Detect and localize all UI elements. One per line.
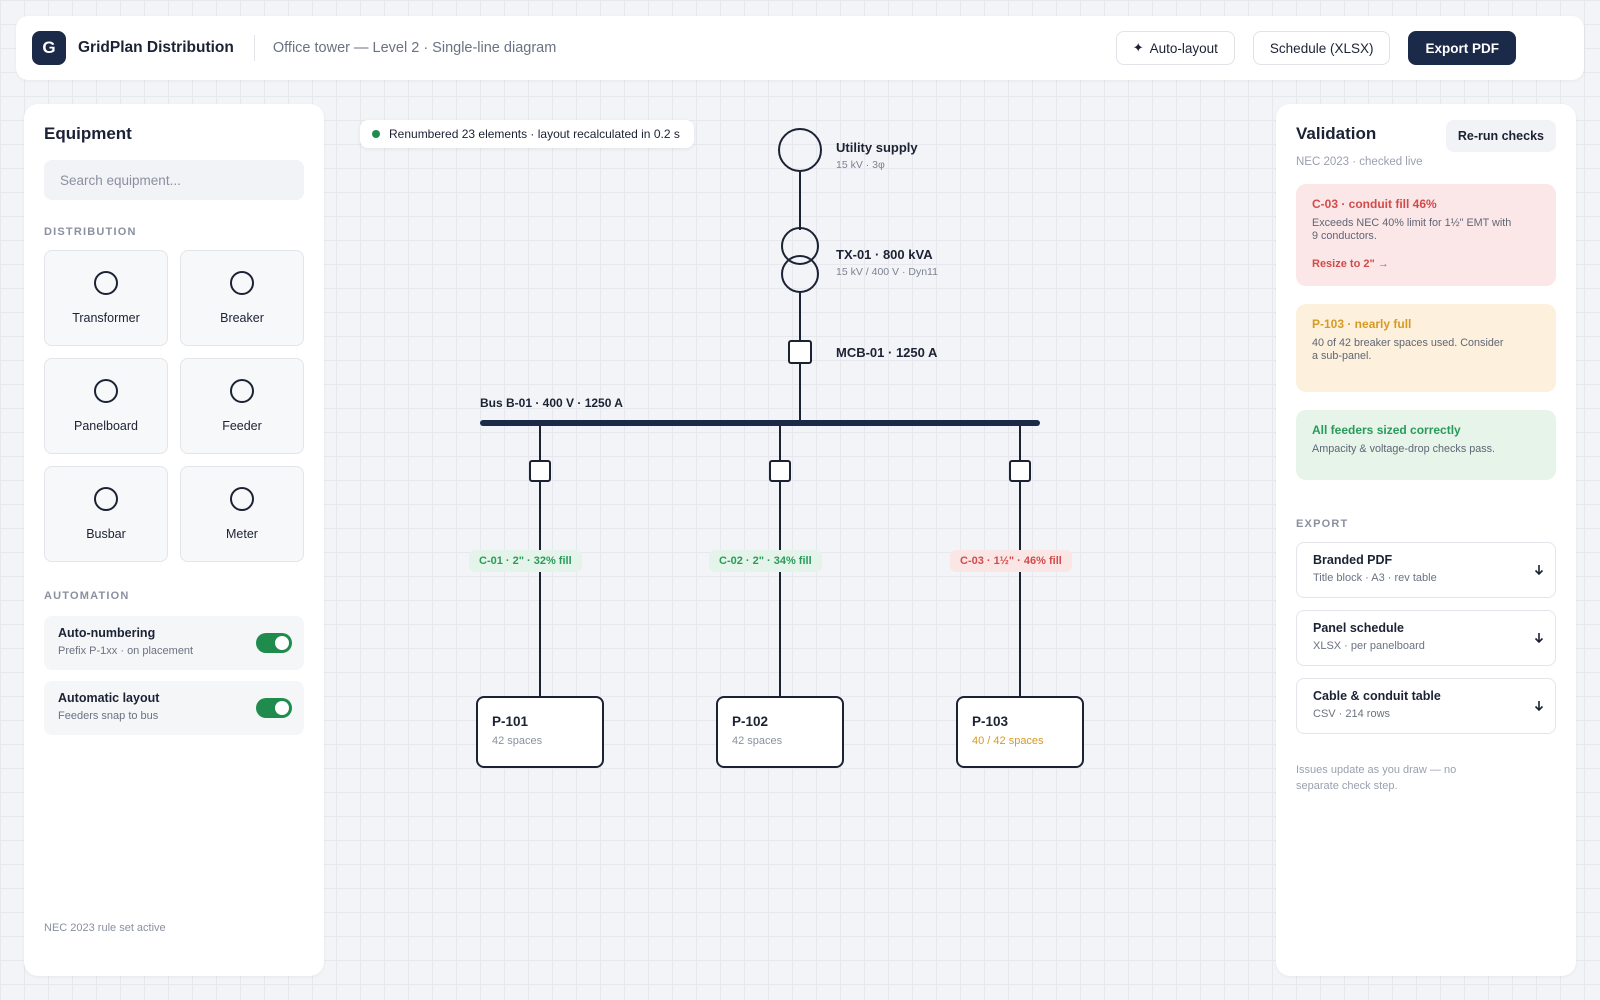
panelboard-name: P-102 xyxy=(732,714,769,729)
issue-card-warning: P-103 · nearly full 40 of 42 breaker spa… xyxy=(1296,304,1556,392)
rerun-checks-button[interactable]: Re-run checks xyxy=(1445,120,1556,152)
validation-header: Validation Re-run checks xyxy=(1296,120,1556,152)
panelboard-name: P-103 xyxy=(972,714,1009,729)
node-subtitle: 15 kV · 3φ xyxy=(836,159,885,171)
panelboard-spaces: 40 / 42 spaces xyxy=(972,735,1044,747)
toast-message: Renumbered 23 elements · layout recalcul… xyxy=(389,127,680,141)
feeder-1-breaker-symbol[interactable] xyxy=(529,460,551,482)
export-subtitle: Title block · A3 · rev table xyxy=(1313,572,1437,584)
utility-supply-symbol[interactable] xyxy=(778,128,822,172)
export-title: Cable & conduit table xyxy=(1313,689,1441,703)
busbar-b01[interactable] xyxy=(480,420,1040,426)
issue-text: 40 of 42 breaker spaces used. Consider a… xyxy=(1312,337,1504,362)
utility-supply-label: Utility supply 15 kV · 3φ xyxy=(836,140,918,171)
download-icon xyxy=(1534,633,1544,644)
main-breaker-label: MCB-01 · 1250 A xyxy=(836,345,937,360)
feeder-3-breaker-symbol[interactable] xyxy=(1009,460,1031,482)
conduit-tag-c03[interactable]: C-03 · 1½" · 46% fill xyxy=(950,550,1072,572)
issue-text: Ampacity & voltage-drop checks pass. xyxy=(1312,443,1496,455)
export-title: Panel schedule xyxy=(1313,621,1405,635)
issue-title: All feeders sized correctly xyxy=(1312,423,1461,437)
panelboard-spaces: 42 spaces xyxy=(492,735,543,747)
node-subtitle: 15 kV / 400 V · Dyn11 xyxy=(836,266,938,278)
conduit-tag-c02[interactable]: C-02 · 2" · 34% fill xyxy=(709,550,822,572)
panelboard-name: P-101 xyxy=(492,714,529,729)
resize-conduit-link[interactable]: Resize to 2" → xyxy=(1312,258,1540,270)
panelboard-p101[interactable]: P-101 42 spaces xyxy=(476,696,604,768)
success-dot-icon xyxy=(372,130,380,138)
conduit-tag-c01[interactable]: C-01 · 2" · 32% fill xyxy=(469,550,582,572)
download-icon xyxy=(1534,701,1544,712)
export-subtitle: XLSX · per panelboard xyxy=(1313,640,1425,652)
export-title: Branded PDF xyxy=(1313,553,1393,567)
transformer-label: TX-01 · 800 kVA 15 kV / 400 V · Dyn11 xyxy=(836,247,938,278)
export-subtitle: CSV · 214 rows xyxy=(1313,708,1391,720)
status-toast: Renumbered 23 elements · layout recalcul… xyxy=(360,120,694,148)
panelboard-spaces: 42 spaces xyxy=(732,735,783,747)
feeder-2-breaker-symbol[interactable] xyxy=(769,460,791,482)
node-title: Utility supply xyxy=(836,140,918,155)
export-section-label: EXPORT xyxy=(1296,518,1349,530)
issue-title: P-103 · nearly full xyxy=(1312,317,1412,331)
bus-label: Bus B-01 · 400 V · 1250 A xyxy=(480,396,623,410)
issue-title: C-03 · conduit fill 46% xyxy=(1312,197,1437,211)
transformer-primary-coil[interactable] xyxy=(781,227,819,265)
issue-card-error: C-03 · conduit fill 46% Exceeds NEC 40% … xyxy=(1296,184,1556,286)
validation-panel: Validation Re-run checks NEC 2023 · chec… xyxy=(1276,104,1576,976)
export-cable-conduit-table[interactable]: Cable & conduit table CSV · 214 rows xyxy=(1296,678,1556,734)
validation-footer-note: Issues update as you draw — no separate … xyxy=(1296,764,1457,792)
download-icon xyxy=(1534,565,1544,576)
node-title: MCB-01 · 1250 A xyxy=(836,345,938,360)
panelboard-p102[interactable]: P-102 42 spaces xyxy=(716,696,844,768)
node-title: TX-01 · 800 kVA xyxy=(836,247,933,262)
transformer-secondary-coil[interactable] xyxy=(781,255,819,293)
validation-subtitle: NEC 2023 · checked live xyxy=(1296,156,1423,168)
validation-title: Validation xyxy=(1296,124,1377,143)
export-branded-pdf[interactable]: Branded PDF Title block · A3 · rev table xyxy=(1296,542,1556,598)
main-breaker-symbol[interactable] xyxy=(788,340,812,364)
panelboard-p103[interactable]: P-103 40 / 42 spaces xyxy=(956,696,1084,768)
export-panel-schedule[interactable]: Panel schedule XLSX · per panelboard xyxy=(1296,610,1556,666)
issue-text: Exceeds NEC 40% limit for 1½" EMT with 9… xyxy=(1312,217,1512,242)
issue-card-ok: All feeders sized correctly Ampacity & v… xyxy=(1296,410,1556,480)
